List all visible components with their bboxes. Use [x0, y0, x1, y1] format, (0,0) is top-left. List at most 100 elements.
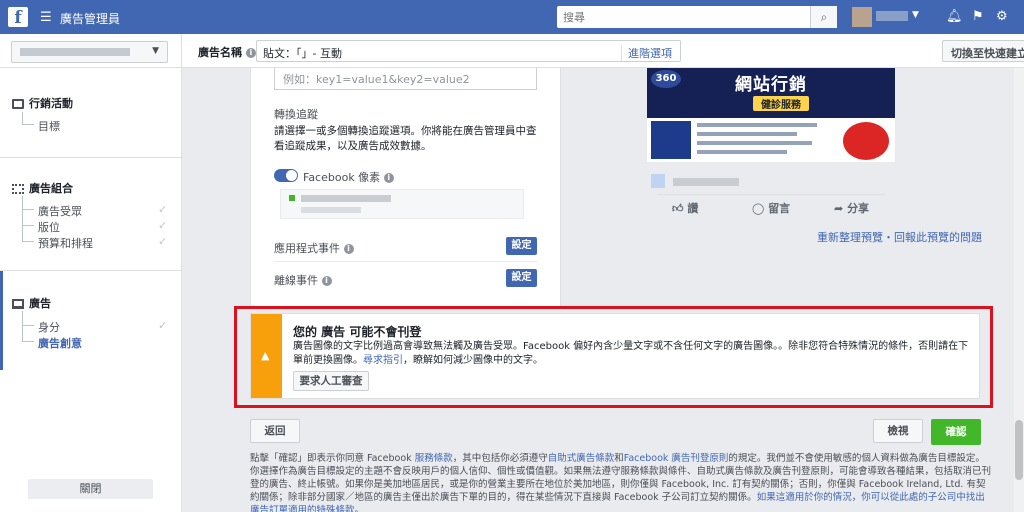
app-events-set-button[interactable]: 設定 — [506, 237, 537, 255]
facebook-logo-icon[interactable]: f — [8, 7, 28, 28]
info-icon[interactable]: i — [245, 48, 256, 58]
tree-branch — [22, 341, 34, 342]
like-label: 讚 — [687, 202, 699, 215]
check-icon: ✓ — [158, 219, 168, 232]
tree-line — [22, 112, 32, 124]
advanced-options-link[interactable]: 進階選項 — [621, 45, 672, 61]
search-icon[interactable]: ⌕ — [810, 6, 837, 28]
search-input[interactable] — [557, 6, 810, 28]
preview-badge: 360 — [651, 70, 681, 88]
offline-events-set-button[interactable]: 設定 — [506, 269, 537, 287]
self-serve-ad-terms-link[interactable]: 自助式廣告條款 — [548, 453, 615, 464]
tree-branch — [22, 241, 34, 242]
ad-name-label-text: 廣告名稱 — [198, 46, 242, 59]
check-icon: ✓ — [158, 203, 168, 216]
pixel-id-blurred — [301, 207, 361, 213]
tree-branch — [22, 225, 34, 226]
url-parameters-input[interactable]: 例如：key1=value1&key2=value2 — [274, 68, 537, 90]
sidebar-item-campaign[interactable]: 行銷活動 — [12, 95, 73, 111]
info-icon[interactable]: i — [321, 276, 332, 286]
ad-name-field[interactable]: 貼文：「」- 互動 進階選項 — [256, 40, 681, 62]
conversion-tracking-heading: 轉換追蹤 — [274, 108, 318, 121]
sidebar-item-label: 廣告 — [29, 297, 51, 310]
share-icon: ➦ — [834, 202, 844, 215]
like-action[interactable]: 👍︎ 讚 — [672, 200, 698, 216]
info-icon[interactable]: i — [343, 244, 354, 254]
scrollbar-thumb[interactable] — [1015, 420, 1023, 480]
info-icon[interactable]: i — [383, 173, 394, 183]
sidebar-item-identity[interactable]: 身分 — [38, 319, 60, 335]
refresh-preview-link[interactable]: 重新整理預覽・回報此預覽的問題 — [817, 229, 982, 245]
sidebar: 行銷活動 目標 廣告組合 廣告受眾 ✓ 版位 ✓ 預算和排程 ✓ 廣告 身分 ✓… — [0, 68, 181, 512]
legal-text-part: 。 — [354, 505, 365, 512]
chevron-down-icon: ▼ — [152, 46, 159, 56]
back-button[interactable]: 返回 — [250, 419, 300, 443]
comment-label: 留言 — [768, 202, 791, 215]
preview-graphic — [843, 122, 889, 160]
campaign-icon — [12, 99, 24, 109]
chevron-down-icon[interactable]: ▼ — [912, 10, 919, 20]
quick-create-button[interactable]: 切換至快速建立流程 — [942, 40, 1024, 62]
confirm-button[interactable]: 確認 — [931, 419, 981, 445]
search-box: ⌕ — [557, 6, 837, 28]
pixel-label-text: Facebook 像素 — [303, 171, 381, 184]
active-section-indicator — [0, 271, 3, 370]
notification-bell-icon[interactable]: 🔔︎ — [946, 9, 963, 24]
sidebar-separator — [0, 270, 181, 271]
ad-account-select[interactable]: ▼ — [11, 41, 168, 63]
tree-branch — [22, 325, 34, 326]
preview-subtitle: 健診服務 — [753, 96, 809, 111]
gear-icon[interactable]: ⚙ — [996, 9, 1008, 24]
hamburger-menu-icon[interactable]: ☰ — [40, 10, 52, 25]
close-button[interactable]: 關閉 — [28, 479, 153, 499]
sidebar-item-objective[interactable]: 目標 — [38, 118, 60, 134]
preview-page-row — [647, 172, 895, 192]
warning-title: 您的 廣告 可能不會刊登 — [293, 325, 422, 339]
flag-icon[interactable]: ⚑ — [972, 9, 984, 24]
sidebar-item-label: 行銷活動 — [29, 97, 73, 110]
ad-preview-image: 360 網站行銷 健診服務 — [647, 68, 895, 162]
pixel-label: Facebook 像素 i — [303, 169, 394, 185]
account-name-blurred[interactable] — [876, 11, 908, 21]
sidebar-item-audience[interactable]: 廣告受眾 — [38, 203, 82, 219]
comment-action[interactable]: ◯ 留言 — [752, 200, 790, 216]
legal-text-part: ，其中包括你必須遵守 — [452, 453, 548, 464]
pixel-name-blurred — [301, 195, 391, 202]
sidebar-item-adset[interactable]: 廣告組合 — [12, 180, 73, 196]
preview-line — [697, 150, 787, 154]
share-label: 分享 — [847, 202, 870, 215]
sidebar-item-budget[interactable]: 預算和排程 — [38, 235, 93, 251]
request-manual-review-button[interactable]: 要求人工審查 — [293, 371, 369, 391]
offline-events-text: 離線事件 — [274, 274, 318, 287]
pixel-selector[interactable] — [280, 189, 524, 219]
preview-text-lines — [697, 123, 827, 159]
comment-icon: ◯ — [752, 202, 765, 215]
tree-line — [22, 311, 32, 341]
ad-name-label: 廣告名稱 i — [198, 44, 256, 60]
terms-of-service-link[interactable]: 服務條款 — [415, 453, 453, 464]
ad-name-value[interactable]: 貼文：「」- 互動 — [263, 45, 342, 61]
share-action[interactable]: ➦ 分享 — [834, 200, 869, 216]
ad-monitor-icon — [12, 299, 24, 309]
tree-line — [22, 196, 32, 242]
warning-text: 廣告圖像的文字比例過高會導致無法觸及廣告受眾。Facebook 偏好內含少量文字… — [293, 340, 973, 368]
sidebar-item-creative[interactable]: 廣告創意 — [38, 335, 82, 351]
sidebar-divider — [181, 34, 182, 512]
sidebar-item-ad[interactable]: 廣告 — [12, 295, 51, 311]
review-button[interactable]: 檢視 — [873, 419, 923, 443]
pixel-toggle[interactable] — [274, 169, 298, 182]
guidance-link[interactable]: 尋求指引 — [363, 355, 403, 366]
toggle-knob — [286, 170, 297, 181]
tree-branch — [22, 209, 34, 210]
avatar[interactable] — [852, 7, 872, 27]
row-separator — [274, 261, 537, 262]
sidebar-item-placement[interactable]: 版位 — [38, 219, 60, 235]
advertising-policies-link[interactable]: Facebook 廣告刊登原則 — [624, 453, 729, 464]
app-title[interactable]: 廣告管理員 — [60, 10, 120, 27]
preview-line — [697, 141, 812, 145]
legal-text: 點擊「確認」即表示你同意 Facebook 服務條款，其中包括你必須遵守自助式廣… — [250, 452, 992, 512]
check-icon: ✓ — [158, 319, 168, 332]
warning-text-part: ，瞭解如何減少圖像中的文字。 — [403, 355, 543, 366]
ad-account-name-blurred — [20, 48, 130, 56]
adset-grid-icon — [12, 184, 24, 194]
